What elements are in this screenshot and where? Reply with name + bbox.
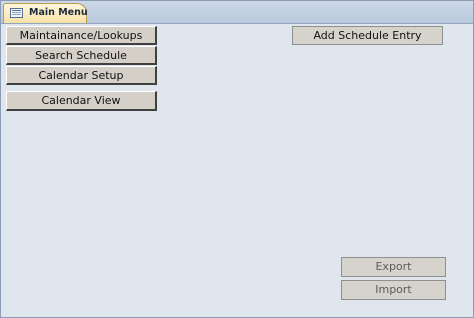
calendar-view-button[interactable]: Calendar View [6,91,157,111]
form-icon [10,8,23,18]
add-schedule-entry-button[interactable]: Add Schedule Entry [292,26,443,45]
tab-label: Main Menu [29,7,88,18]
form-window: Main Menu Maintainance/Lookups Search Sc… [0,0,474,318]
import-button[interactable]: Import [341,280,446,300]
document-tab-strip: Main Menu [1,1,473,24]
export-button[interactable]: Export [341,257,446,277]
search-schedule-button[interactable]: Search Schedule [6,46,157,65]
calendar-setup-button[interactable]: Calendar Setup [6,66,157,85]
tab-main-menu[interactable]: Main Menu [3,3,88,23]
maintenance-lookups-button[interactable]: Maintainance/Lookups [6,26,157,45]
